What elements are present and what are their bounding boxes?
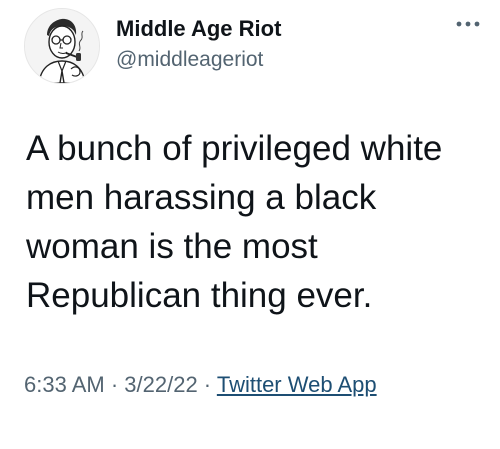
tweet-card: Middle Age Riot @middleageriot A bunch o…: [0, 0, 500, 449]
avatar[interactable]: [24, 8, 100, 84]
tweet-time[interactable]: 6:33 AM: [24, 372, 105, 397]
tweet-date[interactable]: 3/22/22: [124, 372, 197, 397]
more-options-dots-icon: [456, 21, 480, 27]
avatar-illustration-icon: [25, 9, 99, 83]
meta-separator: ·: [104, 372, 125, 397]
tweet-meta: 6:33 AM · 3/22/22 · Twitter Web App: [24, 368, 474, 402]
meta-separator: ·: [197, 372, 217, 397]
user-handle[interactable]: @middleageriot: [116, 48, 263, 72]
tweet-header: Middle Age Riot @middleageriot: [24, 8, 484, 88]
tweet-source-link[interactable]: Twitter Web App: [217, 372, 377, 397]
display-name[interactable]: Middle Age Riot: [116, 16, 281, 42]
more-options-button[interactable]: [452, 12, 484, 36]
tweet-text: A bunch of privileged white men harassin…: [26, 129, 443, 315]
